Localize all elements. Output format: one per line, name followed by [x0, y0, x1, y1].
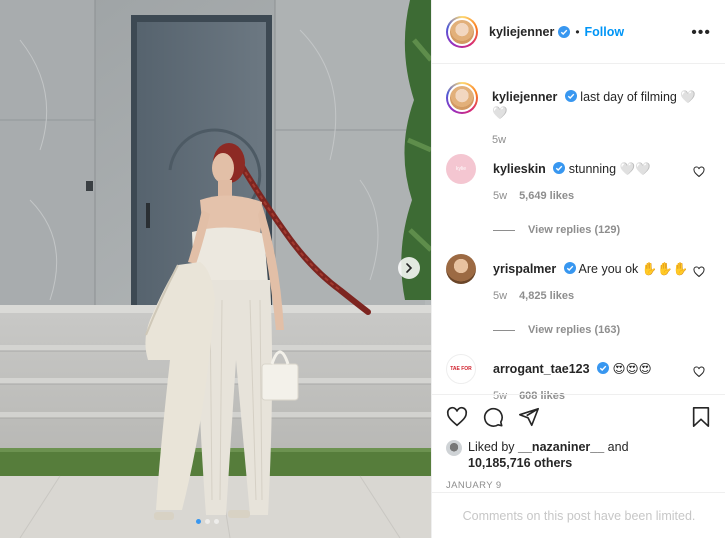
view-replies-button[interactable]: View replies (163)	[493, 324, 711, 336]
more-options-button[interactable]: •••	[691, 24, 711, 42]
post-side-panel: kyliejenner • Follow ••• kyliejenner las…	[431, 0, 725, 538]
comment-username[interactable]: arrogant_tae123	[493, 362, 590, 376]
liker-avatar[interactable]	[446, 440, 462, 456]
post-date[interactable]: JANUARY 9	[446, 480, 712, 491]
comment-username[interactable]: yrispalmer	[493, 262, 556, 276]
carousel-dot-active	[196, 519, 201, 524]
likes-summary: Liked by __nazaniner__ and 10,185,716 ot…	[446, 439, 712, 471]
comment-time[interactable]: 5w	[493, 290, 507, 302]
share-icon[interactable]	[518, 406, 540, 428]
avatar-logo: kylie	[455, 166, 466, 172]
comment-item: kylie kylieskin stunning 🤍🤍 5w 5,649 lik…	[446, 154, 711, 202]
caption-time[interactable]: 5w	[492, 134, 506, 146]
caption-username[interactable]: kyliejenner	[492, 90, 557, 104]
commenter-avatar[interactable]	[446, 254, 476, 284]
post-header: kyliejenner • Follow •••	[432, 0, 725, 64]
comment-likes[interactable]: 5,649 likes	[519, 190, 574, 202]
caption: kyliejenner last day of filming 🤍🤍 5w	[446, 82, 711, 146]
heart-icon[interactable]	[693, 166, 705, 178]
header-separator: •	[575, 24, 580, 39]
comment-item: yrispalmer Are you ok ✋✋✋ 5w 4,825 likes	[446, 254, 711, 302]
verified-icon	[553, 162, 566, 174]
likes-middle: and	[604, 440, 629, 454]
chevron-right-icon	[406, 263, 413, 273]
like-heart-icon[interactable]	[446, 406, 468, 428]
commenter-avatar[interactable]: kylie	[446, 154, 476, 184]
post-viewer: kyliejenner • Follow ••• kyliejenner las…	[0, 0, 725, 538]
verified-icon	[597, 362, 610, 374]
view-replies-label: View replies (129)	[528, 224, 621, 236]
verified-icon	[558, 25, 571, 38]
liker-username[interactable]: __nazaniner__	[518, 440, 604, 454]
action-icons	[446, 405, 712, 429]
replies-line	[493, 329, 515, 331]
view-replies-label: View replies (163)	[528, 324, 621, 336]
comment-likes[interactable]: 4,825 likes	[519, 290, 574, 302]
bookmark-icon[interactable]	[690, 406, 712, 428]
post-photo[interactable]	[0, 0, 431, 538]
comments-limited-notice: Comments on this post have been limited.	[432, 492, 725, 538]
photo-scene	[0, 0, 431, 538]
follow-button[interactable]: Follow	[585, 25, 625, 39]
likes-count[interactable]: 10,185,716 others	[468, 456, 572, 470]
carousel-dot	[214, 519, 219, 524]
comment-text: Are you ok ✋✋✋	[578, 262, 689, 276]
author-avatar[interactable]	[446, 15, 478, 48]
heart-icon[interactable]	[693, 266, 705, 278]
comment-text: 😍😍😍	[612, 362, 652, 376]
next-photo-button[interactable]	[398, 257, 420, 279]
verified-icon	[564, 90, 577, 102]
avatar-logo: TAE FOR	[450, 365, 472, 372]
replies-line	[493, 229, 515, 231]
heart-icon[interactable]	[693, 366, 705, 378]
carousel-dot	[205, 519, 210, 524]
verified-icon	[563, 262, 576, 274]
view-replies-button[interactable]: View replies (129)	[493, 224, 711, 236]
comment-text: stunning 🤍🤍	[568, 162, 651, 176]
caption-avatar[interactable]	[446, 82, 478, 114]
author-username[interactable]: kyliejenner	[489, 25, 554, 39]
post-actions: Liked by __nazaniner__ and 10,185,716 ot…	[432, 394, 725, 491]
carousel-indicator	[196, 519, 219, 524]
likes-prefix: Liked by	[468, 440, 519, 454]
likes-text: Liked by __nazaniner__ and 10,185,716 ot…	[468, 439, 629, 471]
comments-list: kyliejenner last day of filming 🤍🤍 5w ky…	[432, 64, 725, 402]
comment-icon[interactable]	[482, 406, 504, 428]
comment-username[interactable]: kylieskin	[493, 162, 546, 176]
comment-time[interactable]: 5w	[493, 190, 507, 202]
commenter-avatar[interactable]: TAE FOR	[446, 354, 476, 384]
